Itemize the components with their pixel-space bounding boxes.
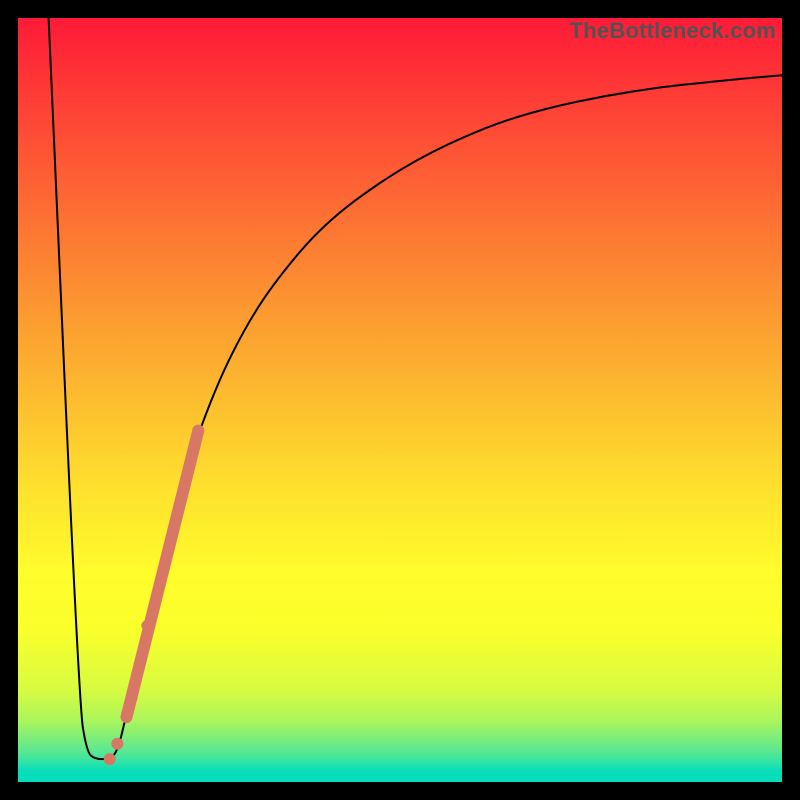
marker-point (134, 659, 144, 669)
marker-layer (104, 431, 199, 766)
bottleneck-curve (49, 18, 782, 759)
plot-area: TheBottleneck.com (18, 18, 782, 782)
marker-point (111, 738, 123, 750)
chart-frame: TheBottleneck.com (0, 0, 800, 800)
marker-band (126, 431, 198, 718)
marker-point (128, 693, 138, 703)
marker-point (141, 620, 151, 630)
chart-svg (18, 18, 782, 782)
marker-point (104, 753, 116, 765)
